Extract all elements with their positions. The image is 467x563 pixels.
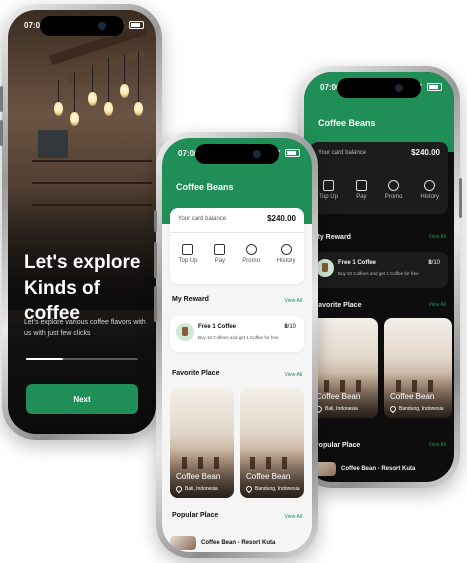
place-location: Bandung, Indonesia (244, 484, 299, 494)
coffee-cup-icon (316, 259, 334, 277)
popular-section-title: Popular Place (314, 442, 361, 449)
progress-fill (26, 358, 63, 360)
balance-value: $240.00 (411, 148, 440, 157)
promo-action[interactable]: Promo (242, 244, 260, 264)
phone-dark-app: 07:00 Coffee Beans Your card balance $24… (298, 66, 462, 488)
top-up-icon (182, 244, 194, 255)
place-name: Coffee Bean (390, 392, 435, 401)
side-button (0, 86, 3, 112)
top-up-action[interactable]: Top Up (319, 180, 338, 200)
onboarding-screen: 07:00 Let's explore Kinds of coffee Let'… (8, 10, 156, 434)
place-location: Bali, Indonesia (174, 484, 218, 494)
promo-icon (388, 180, 400, 191)
pay-action[interactable]: Pay (355, 180, 367, 200)
phone-light-app: 07:00 Coffee Beans Your card balance $24… (154, 132, 318, 558)
popular-place-item[interactable]: Coffee Bean - Resort Kuta (310, 462, 415, 476)
pay-icon (355, 180, 367, 191)
popular-view-all-link[interactable]: View All (429, 442, 446, 448)
place-name: Coffee Bean (176, 472, 221, 481)
reward-count: 8/10 (284, 324, 296, 330)
history-action[interactable]: History (277, 244, 296, 264)
location-pin-icon (244, 484, 254, 494)
balance-label: Your card balance (318, 150, 367, 156)
coffee-cup-icon (176, 323, 194, 341)
promo-icon (245, 244, 257, 255)
popular-section-title: Popular Place (172, 512, 219, 519)
place-location: Bali, Indonesia (314, 404, 358, 414)
reward-description: Buy 10 Coffees and get 1 Coffee for free (338, 271, 419, 276)
side-button (459, 178, 462, 218)
reward-card[interactable]: Free 1 Coffee Buy 10 Coffees and get 1 C… (170, 316, 304, 352)
history-icon (424, 180, 436, 191)
reward-title: Free 1 Coffee (198, 324, 237, 330)
onboarding-title: Let's explore Kinds of coffee (24, 250, 154, 327)
favorite-place-card[interactable]: Coffee Bean Bandung, Indonesia (384, 318, 452, 418)
top-up-action[interactable]: Top Up (178, 244, 197, 264)
camera-notch (40, 16, 124, 36)
favorite-place-card[interactable]: Coffee Bean Bali, Indonesia (310, 318, 378, 418)
onboarding-progress (26, 358, 138, 360)
history-action[interactable]: History (420, 180, 439, 200)
popular-view-all-link[interactable]: View All (285, 514, 302, 520)
onboarding-subtitle: Let's explore various coffee flavors wit… (24, 319, 146, 337)
favorite-place-card[interactable]: Coffee Bean Bali, Indonesia (170, 388, 234, 498)
battery-icon (285, 149, 300, 157)
side-button (154, 210, 157, 232)
balance-label: Your card balance (178, 216, 227, 222)
app-title: Coffee Beans (318, 118, 376, 128)
next-button[interactable]: Next (26, 384, 138, 414)
top-up-icon (322, 180, 334, 191)
popular-place-thumbnail (170, 536, 196, 550)
place-name: Coffee Bean (316, 392, 361, 401)
favorite-view-all-link[interactable]: View All (429, 302, 446, 308)
pay-action[interactable]: Pay (214, 244, 226, 264)
reward-view-all-link[interactable]: View All (285, 298, 302, 304)
place-location: Bandung, Indonesia (388, 404, 443, 414)
reward-section-title: My Reward (314, 234, 351, 241)
battery-icon (129, 21, 144, 29)
light-app-screen: 07:00 Coffee Beans Your card balance $24… (162, 138, 312, 552)
title-line-1: Let's explore (24, 252, 141, 273)
place-name: Coffee Bean (246, 472, 291, 481)
balance-card: Your card balance $240.00 Top Up Pay Pro… (310, 142, 448, 214)
camera-notch (337, 78, 421, 98)
reward-card[interactable]: Free 1 Coffee Buy 10 Coffees and get 1 C… (310, 252, 448, 288)
reward-title: Free 1 Coffee (338, 260, 377, 266)
balance-card: Your card balance $240.00 Top Up Pay Pro… (170, 208, 304, 284)
favorite-view-all-link[interactable]: View All (285, 372, 302, 378)
reward-description: Buy 10 Coffees and get 1 Coffee for free (198, 335, 279, 340)
favorite-section-title: Favorite Place (172, 370, 220, 377)
promo-action[interactable]: Promo (385, 180, 402, 200)
reward-view-all-link[interactable]: View All (429, 234, 446, 240)
location-pin-icon (174, 484, 184, 494)
side-button (154, 242, 157, 278)
pay-icon (214, 244, 226, 255)
battery-icon (427, 83, 442, 91)
favorite-section-title: Favorite Place (314, 302, 362, 309)
divider (170, 232, 304, 233)
side-button (0, 120, 3, 146)
reward-count: 8/10 (428, 260, 440, 266)
camera-notch (195, 144, 279, 164)
favorite-place-card[interactable]: Coffee Bean Bandung, Indonesia (240, 388, 304, 498)
popular-place-item[interactable]: Coffee Bean - Resort Kuta (170, 536, 275, 550)
phone-onboarding: 07:00 Let's explore Kinds of coffee Let'… (0, 4, 162, 440)
side-button (154, 286, 157, 322)
dark-app-screen: 07:00 Coffee Beans Your card balance $24… (304, 72, 454, 482)
reward-section-title: My Reward (172, 296, 209, 303)
balance-value: $240.00 (267, 214, 296, 223)
history-icon (280, 244, 292, 255)
location-pin-icon (388, 404, 398, 414)
app-title: Coffee Beans (176, 182, 234, 192)
